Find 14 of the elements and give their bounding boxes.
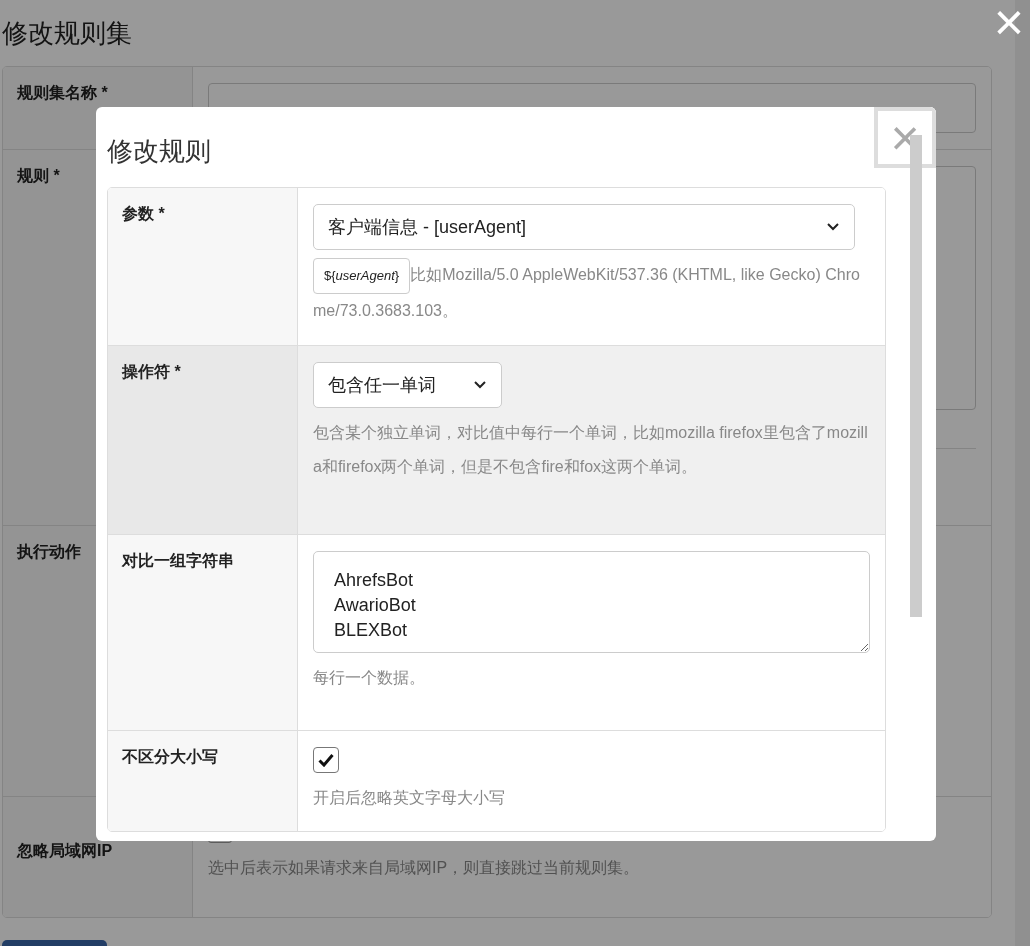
field-label: 参数 * (122, 205, 165, 222)
page-title: 修改规则集 (2, 17, 133, 50)
field-label: 忽略局域网IP (17, 842, 113, 859)
field-label: 规则 * (17, 167, 60, 184)
field-label: 对比一组字符串 (122, 552, 234, 569)
field-label: 执行动作 (17, 543, 81, 560)
field-label: 规则集名称 * (17, 84, 108, 101)
help-text: 每行一个数据。 (313, 668, 426, 688)
help-text: 选中后表示如果请求来自局域网IP，则直接跳过当前规则集。 (208, 858, 641, 878)
field-label: 操作符 * (122, 363, 181, 380)
dialog-title: 修改规则 (107, 135, 212, 168)
help-text: 包含某个独立单词，对比值中每行一个单词，比如mozilla firefox里包含了mozilla和firefox两个单词，但是不包含fire和fox这两个单词。 (313, 423, 869, 477)
field-label: 不区分大小写 (122, 748, 218, 765)
help-text: 开启后忽略英文字母大小写 (313, 788, 506, 808)
